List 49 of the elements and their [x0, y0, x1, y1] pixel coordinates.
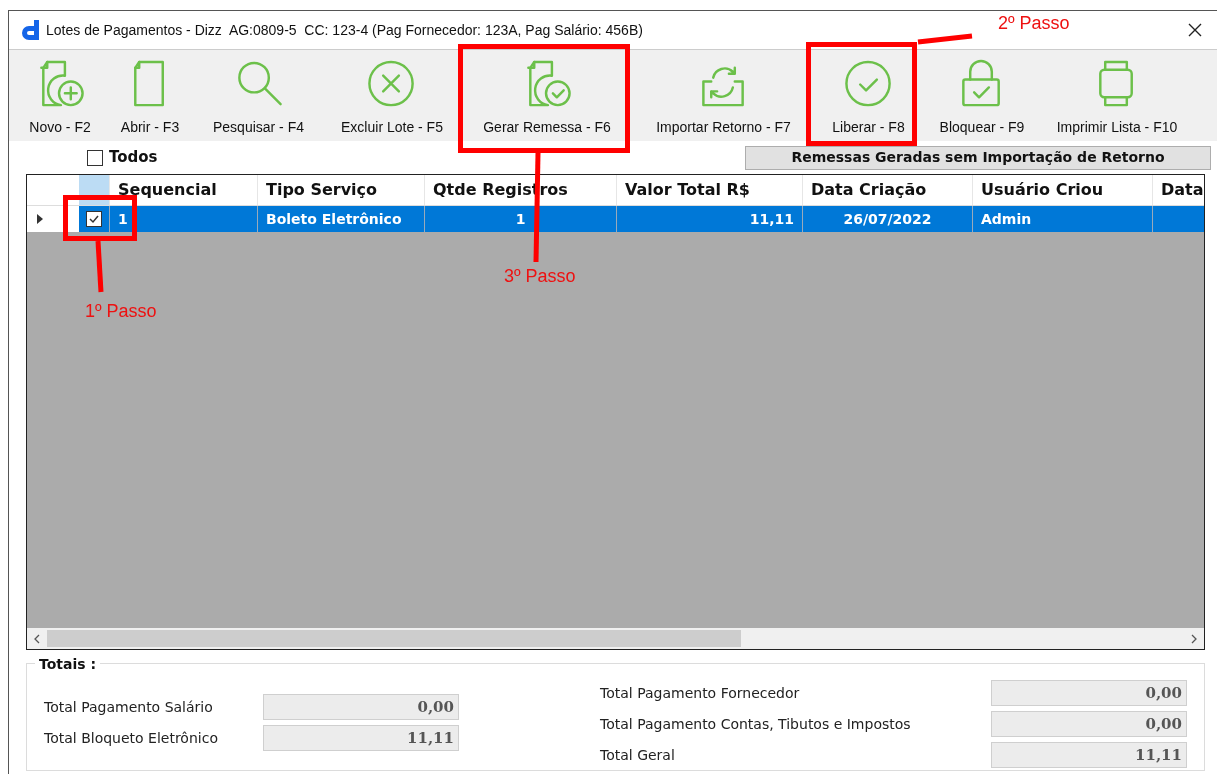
close-icon: [1187, 22, 1203, 38]
total-label: Total Bloqueto Eletrônico: [44, 728, 219, 748]
leader-line: [915, 33, 975, 45]
table-cell: Admin: [972, 206, 1152, 232]
toolbar-button[interactable]: Pesquisar - F4: [195, 50, 322, 138]
total-field: 11,11: [991, 742, 1187, 768]
todos-checkbox[interactable]: Todos: [87, 146, 158, 169]
check-icon: [88, 213, 101, 225]
table-cell: 11,11: [616, 206, 802, 232]
toolbar-button[interactable]: Importar Retorno - F7: [632, 50, 815, 138]
column-header[interactable]: Valor Total R$: [616, 175, 802, 205]
row-checkbox[interactable]: [86, 211, 103, 227]
leader-line: [95, 238, 104, 295]
chevron-right-icon[interactable]: [1191, 633, 1197, 644]
table-row[interactable]: 1 Boleto Eletrônico 1 11,11 26/07/2022 Admin: [27, 206, 1204, 232]
app-logo-icon: [20, 20, 40, 40]
chevron-left-icon[interactable]: [34, 633, 40, 644]
total-label: Total Pagamento Fornecedor: [600, 683, 801, 703]
step-label: 2º Passo: [998, 12, 1070, 35]
total-label: Total Pagamento Salário: [44, 697, 214, 717]
table-cell: 1: [424, 206, 616, 232]
total-field: 0,00: [263, 694, 459, 720]
window-title: Lotes de Pagamentos - Dizz AG:0809-5 CC: 123-4 (Pag Fornecedor: 123A, Pag Salário: 456B): [46, 20, 643, 40]
column-header[interactable]: Tipo Serviço: [257, 175, 424, 205]
total-field: 0,00: [991, 711, 1187, 737]
toolbar-button[interactable]: Abrir - F3: [105, 50, 195, 138]
total-field: 0,00: [991, 680, 1187, 706]
remessas-button[interactable]: Remessas Geradas sem Importação de Retorno: [745, 145, 1211, 170]
total-field: 11,11: [263, 725, 459, 751]
toolbar-button[interactable]: Novo - F2: [15, 50, 105, 138]
horizontal-scrollbar[interactable]: [27, 628, 1204, 649]
column-header[interactable]: Usuário Criou: [972, 175, 1152, 205]
step-label: 1º Passo: [85, 300, 157, 323]
table-cell: 26/07/2022: [802, 206, 972, 232]
close-button[interactable]: [1187, 22, 1203, 38]
toolbar-button[interactable]: Liberar - F8: [815, 50, 922, 138]
toolbar-button[interactable]: Gerar Remessa - F6: [462, 50, 632, 138]
toolbar-button[interactable]: Bloquear - F9: [922, 50, 1042, 138]
total-label: Total Pagamento Contas, Tibutos e Impostos: [600, 714, 912, 734]
step-label: 3º Passo: [504, 265, 576, 288]
column-header[interactable]: Sequencial: [109, 175, 257, 205]
table-cell: 1: [109, 206, 257, 232]
row-pointer-icon: [37, 214, 43, 224]
toolbar-button[interactable]: Excluir Lote - F5: [322, 50, 462, 138]
toolbar-button[interactable]: Imprimir Lista - F10: [1042, 50, 1192, 138]
total-label: Total Geral: [600, 745, 676, 765]
column-header[interactable]: Data Criação: [802, 175, 972, 205]
column-header[interactable]: Data: [1152, 175, 1204, 205]
table-cell: Boleto Eletrônico: [257, 206, 424, 232]
